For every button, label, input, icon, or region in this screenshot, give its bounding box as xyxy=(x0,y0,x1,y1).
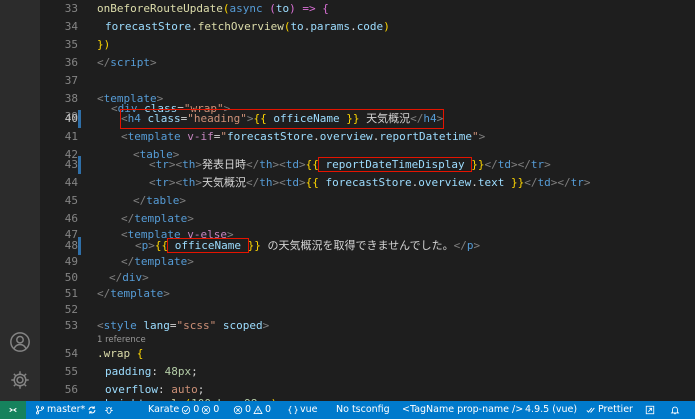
karate-label: Karate xyxy=(148,404,180,415)
branch-name: master* xyxy=(47,404,86,415)
code-line: </script> xyxy=(97,56,157,69)
code-line: <style lang="scss" scoped> xyxy=(97,319,270,332)
remote-icon xyxy=(9,407,17,413)
code-line: padding: 48px; xyxy=(105,365,198,378)
karate-failed-count: 0 xyxy=(213,404,220,415)
code-line: }) xyxy=(97,38,111,51)
manage-gear-icon[interactable] xyxy=(8,368,32,392)
line-number-gutter: 33 34 35 36 37 38 39 40 41 42 43 44 45 4… xyxy=(40,0,88,401)
tsconfig-label: No tsconfig xyxy=(336,404,390,415)
code-line: </template> xyxy=(97,287,170,300)
code-line: </table> xyxy=(133,194,186,207)
code-line: <template v-if="forecastStore.overview.r… xyxy=(121,130,486,143)
line-number: 37 xyxy=(64,74,78,87)
line-number: 44 xyxy=(64,176,78,189)
version-label: 4.9.5 (vue) xyxy=(525,404,578,415)
code-editor[interactable]: 33 34 35 36 37 38 39 40 41 42 43 44 45 4… xyxy=(40,0,695,401)
sync-button[interactable] xyxy=(87,401,97,419)
fail-circle-icon xyxy=(202,405,211,415)
line-number: 35 xyxy=(64,38,78,51)
double-check-icon xyxy=(586,407,595,413)
line-number: 54 xyxy=(64,347,78,360)
language-mode-indicator[interactable]: vue xyxy=(288,401,318,419)
tagname-style-indicator[interactable]: <TagName prop-name /> xyxy=(402,401,523,419)
bug-icon xyxy=(105,407,113,414)
warning-count: 0 xyxy=(265,404,272,415)
error-icon xyxy=(233,405,243,415)
prettier-indicator[interactable]: Prettier xyxy=(586,401,633,419)
feedback-button[interactable] xyxy=(645,401,655,419)
line-number: 36 xyxy=(64,56,78,69)
warning-icon xyxy=(253,405,263,414)
modified-line-indicator xyxy=(78,110,81,128)
tsconfig-indicator[interactable]: No tsconfig xyxy=(336,401,390,419)
code-area[interactable]: onBeforeRouteUpdate(async (to) => { fore… xyxy=(97,0,695,401)
remote-indicator[interactable] xyxy=(0,401,26,419)
karate-passed-count: 0 xyxy=(193,404,200,415)
line-number: 34 xyxy=(64,20,78,33)
feedback-icon xyxy=(645,405,655,415)
extension-icon-item[interactable] xyxy=(104,401,114,419)
sync-icon xyxy=(88,406,96,414)
notifications-button[interactable] xyxy=(670,401,680,419)
line-number: 38 xyxy=(64,92,78,105)
git-branch-icon xyxy=(36,405,44,415)
karate-status[interactable]: Karate 0 0 xyxy=(148,401,219,419)
braces-icon xyxy=(288,405,298,415)
code-line: <tr><th>天気概況</th><td>{{ forecastStore.ov… xyxy=(149,176,591,189)
prettier-label: Prettier xyxy=(598,404,633,415)
activity-bar xyxy=(0,0,40,401)
error-count: 0 xyxy=(245,404,252,415)
line-number: 53 xyxy=(64,319,78,332)
code-line: onBeforeRouteUpdate(async (to) => { xyxy=(97,2,329,15)
account-icon[interactable] xyxy=(8,330,32,354)
highlighted-code-line: <h4 class="heading">{{ officeName }} 天気概… xyxy=(119,109,445,129)
modified-line-indicator xyxy=(78,237,81,255)
version-indicator[interactable]: 4.9.5 (vue) xyxy=(525,401,577,419)
line-number: 45 xyxy=(64,194,78,207)
status-bar: master* Karate 0 0 0 0 vue No tsconfig <… xyxy=(0,401,695,419)
code-line: <tr><th>発表日時</th><td>{{ reportDateTimeDi… xyxy=(149,157,551,172)
modified-line-indicator xyxy=(78,156,81,174)
line-number: 55 xyxy=(64,365,78,378)
tagname-label: <TagName prop-name /> xyxy=(402,404,524,415)
code-line: forecastStore.fetchOverview(to.params.co… xyxy=(105,20,390,33)
highlighted-expression: officeName xyxy=(167,238,249,253)
bell-icon xyxy=(670,406,680,415)
line-number: 41 xyxy=(64,130,78,143)
code-line: .wrap { xyxy=(97,347,144,360)
pass-circle-icon xyxy=(182,405,191,415)
problems-indicator[interactable]: 0 0 xyxy=(233,401,271,419)
line-number: 33 xyxy=(64,2,78,15)
language-mode: vue xyxy=(300,404,318,415)
branch-indicator[interactable]: master* xyxy=(35,401,85,419)
highlighted-expression: reportDateTimeDisplay xyxy=(317,157,473,172)
